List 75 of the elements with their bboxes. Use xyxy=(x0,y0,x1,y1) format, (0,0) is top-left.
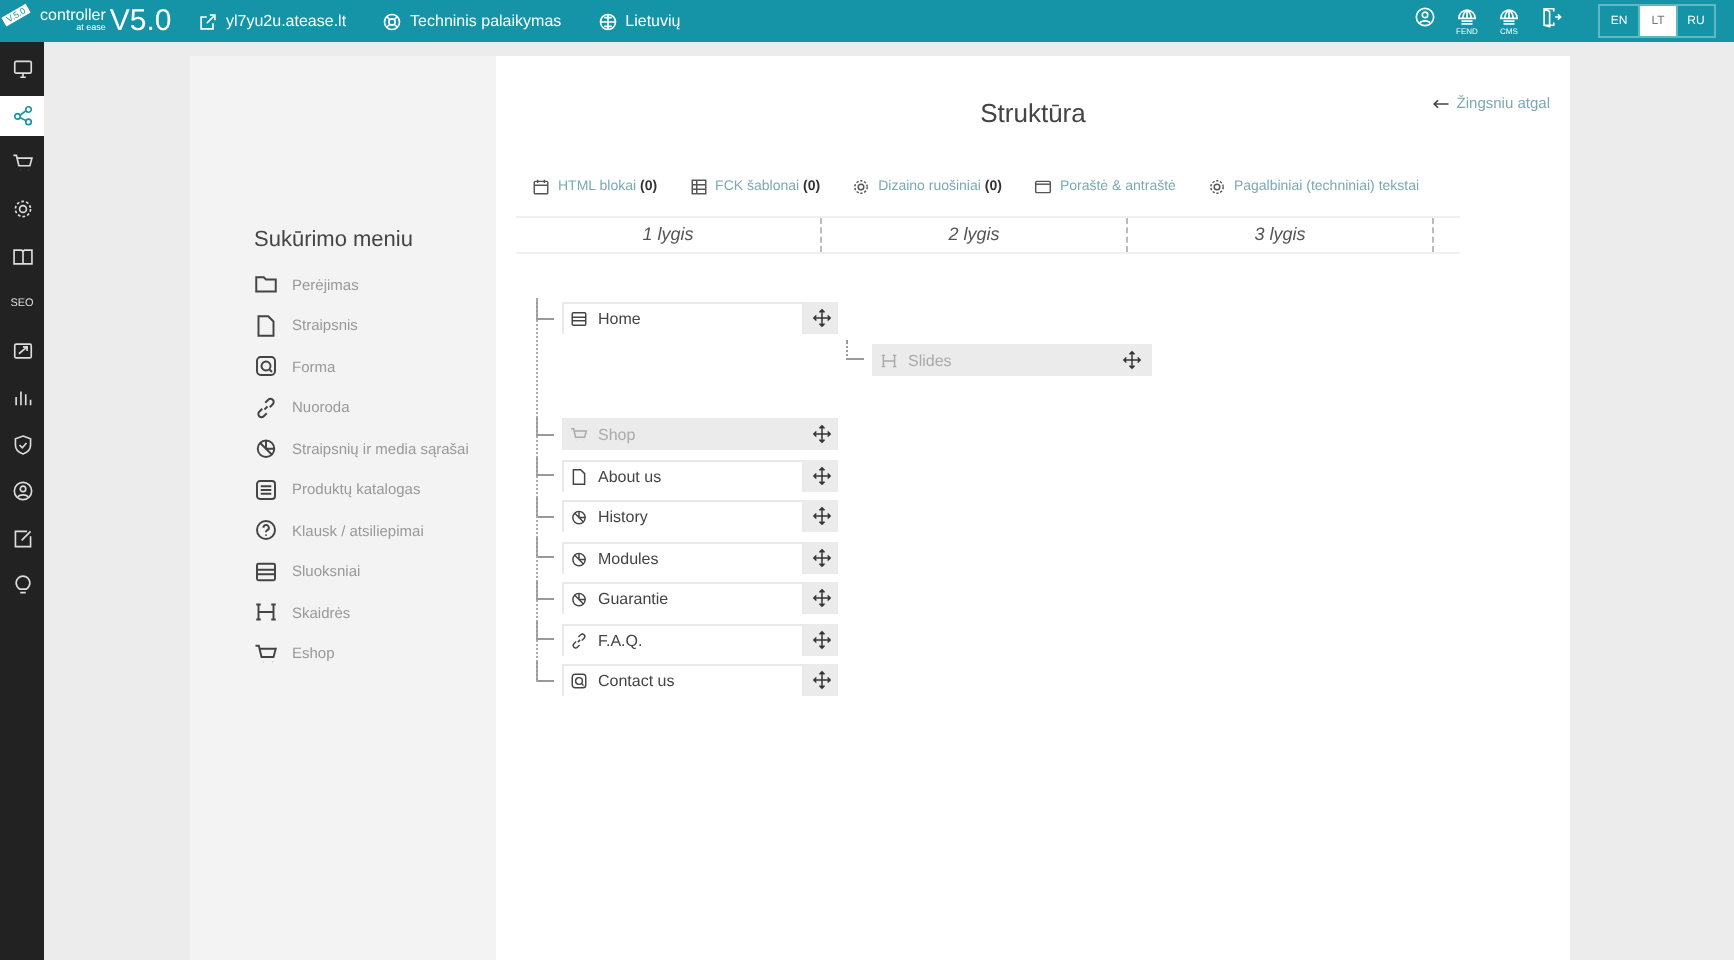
gear-icon xyxy=(11,198,33,221)
book-icon xyxy=(11,245,33,268)
tree-connector xyxy=(536,538,554,559)
tree-node[interactable]: Home xyxy=(562,302,804,335)
tree-connector xyxy=(536,579,554,600)
exit-icon xyxy=(1540,6,1562,28)
edit-icon xyxy=(11,527,33,550)
drag-handle[interactable] xyxy=(804,418,838,451)
tree-connector xyxy=(846,340,864,361)
layers-icon xyxy=(570,310,588,329)
user-icon xyxy=(11,480,33,503)
calendar-icon xyxy=(532,177,550,195)
drag-handle[interactable] xyxy=(804,623,838,656)
user-icon xyxy=(1414,6,1436,28)
gear-icon xyxy=(852,177,871,195)
back-arrow-icon xyxy=(1432,97,1451,109)
move-icon xyxy=(811,506,831,527)
window-icon xyxy=(1033,177,1052,195)
gear-icon xyxy=(1207,177,1226,195)
move-icon xyxy=(811,547,831,568)
drag-handle[interactable] xyxy=(804,459,838,492)
panel-title: Sukūrimo meniu xyxy=(254,228,415,252)
move-icon xyxy=(811,424,831,445)
structure-icon xyxy=(11,104,33,127)
logo-version: V5.0 xyxy=(109,4,172,38)
external-icon xyxy=(198,11,218,31)
article-icon xyxy=(254,313,278,338)
level-header: 3 lygis xyxy=(1128,218,1434,252)
level-header: 1 lygis xyxy=(516,218,822,252)
top-link[interactable]: Lietuvių xyxy=(597,11,681,31)
tree-node[interactable]: Guarantie xyxy=(562,582,804,615)
page-title: Struktūra xyxy=(980,97,1086,127)
move-icon xyxy=(811,629,831,650)
faq-icon xyxy=(254,518,278,543)
side-nav-item[interactable] xyxy=(0,95,44,136)
language-icon xyxy=(597,11,618,31)
table-icon xyxy=(689,177,708,195)
drag-handle[interactable] xyxy=(804,302,838,335)
tree-node[interactable]: History xyxy=(562,500,804,533)
drag-handle[interactable] xyxy=(804,582,838,615)
drag-handle[interactable] xyxy=(804,541,838,574)
article-icon xyxy=(570,467,588,486)
tree-connector xyxy=(536,620,554,641)
tree-node[interactable]: F.A.Q. xyxy=(562,623,804,656)
drag-handle[interactable] xyxy=(804,500,838,533)
tree-connector xyxy=(536,497,554,518)
logo-name: controller xyxy=(40,8,106,25)
tree-connector xyxy=(536,661,554,682)
top-link[interactable]: yl7yu2u.atease.lt xyxy=(198,11,347,31)
tree-connector xyxy=(536,456,554,477)
chart-icon xyxy=(11,386,33,409)
monitor-icon xyxy=(11,57,33,80)
globe-icon xyxy=(1456,6,1478,28)
tree-node[interactable]: Modules xyxy=(562,541,804,574)
level-header: 2 lygis xyxy=(822,218,1128,252)
tree-node[interactable]: Contact us xyxy=(562,664,804,697)
tree-node[interactable]: About us xyxy=(562,459,804,492)
shield-icon xyxy=(11,433,33,456)
link-icon xyxy=(570,631,588,650)
globe-icon xyxy=(1498,6,1520,28)
drag-handle[interactable] xyxy=(804,664,838,697)
tree-connector xyxy=(536,299,554,320)
layers-icon xyxy=(254,559,278,584)
tree-connector xyxy=(536,415,554,436)
top-link[interactable]: Techninis palaikymas xyxy=(382,11,562,31)
bulb-icon xyxy=(11,574,33,597)
move-icon xyxy=(1122,350,1142,371)
move-icon xyxy=(811,588,831,609)
move-icon xyxy=(811,670,831,691)
link-icon xyxy=(254,395,278,420)
catalog-icon xyxy=(254,477,278,502)
move-icon xyxy=(811,465,831,486)
folder-icon xyxy=(254,272,278,297)
move-icon xyxy=(811,308,831,329)
support-icon xyxy=(382,11,403,31)
